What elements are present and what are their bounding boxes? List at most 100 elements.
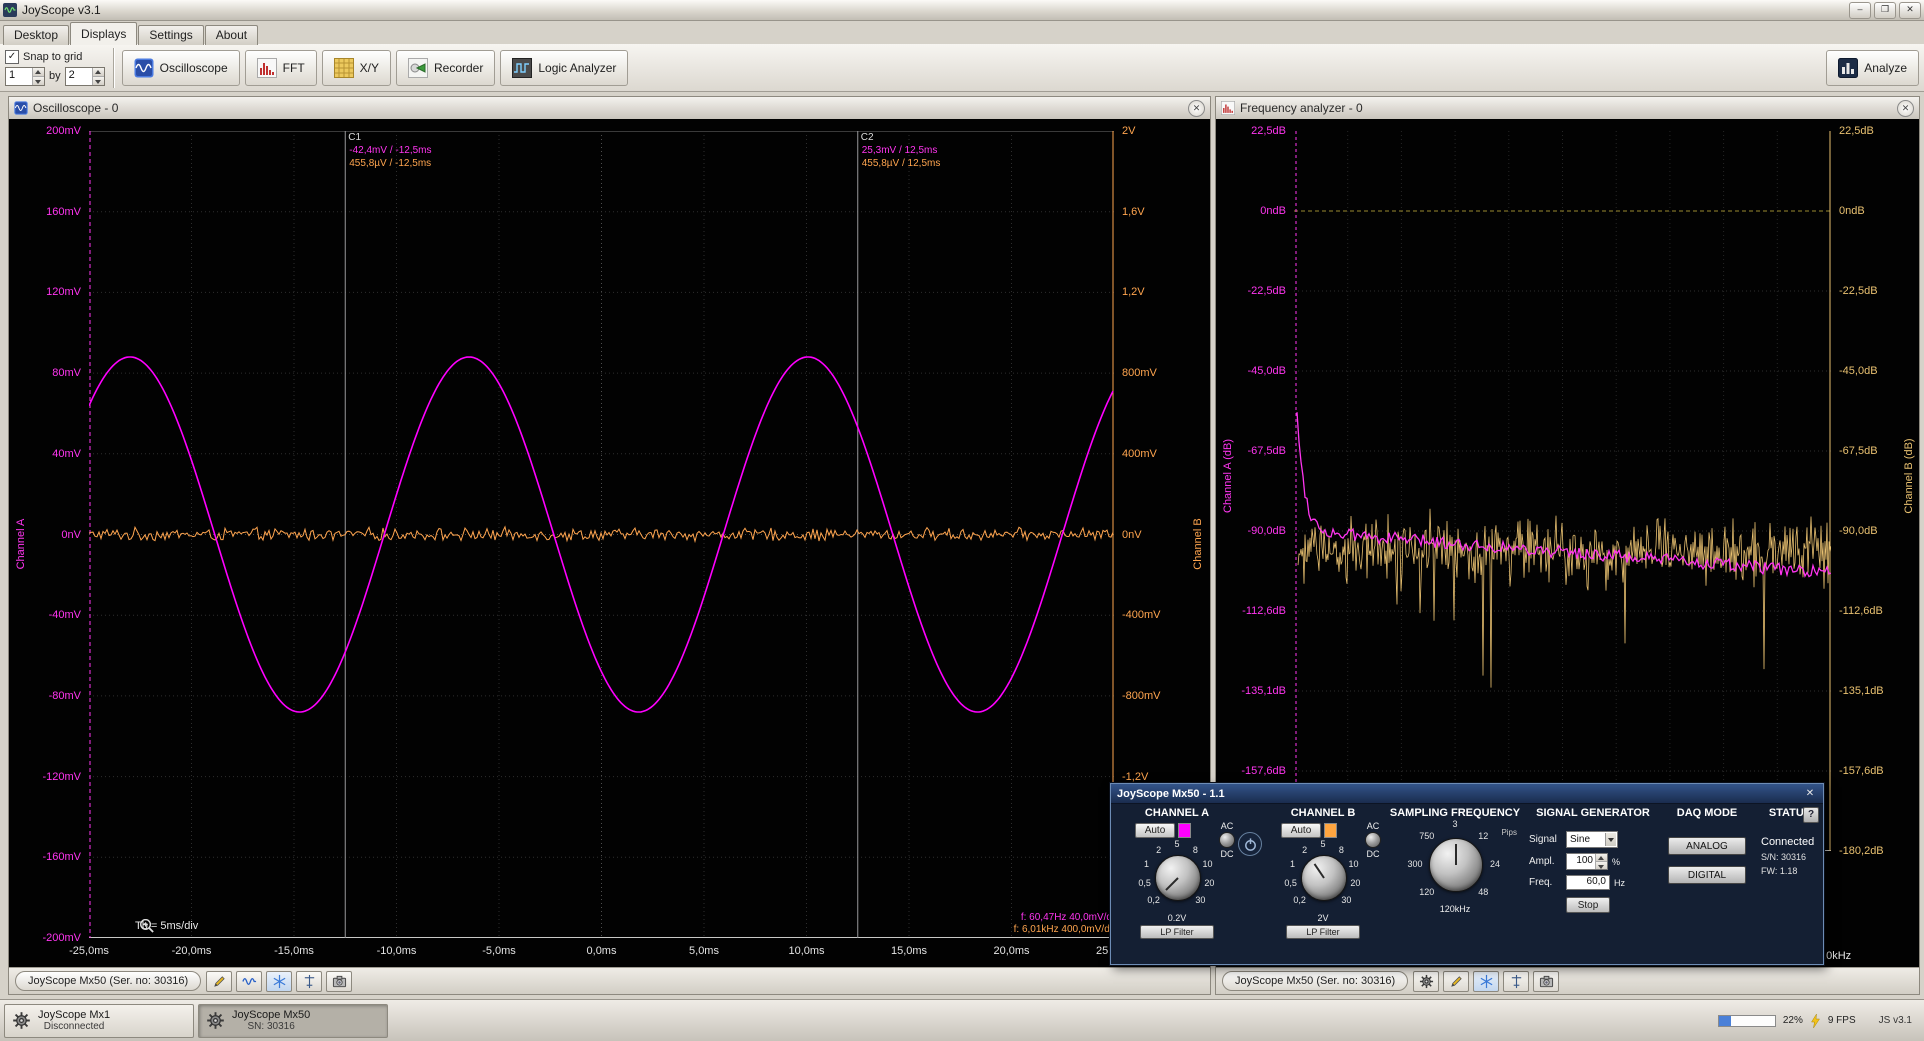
oscilloscope-plot[interactable]: C1-42,4mV / -12,5ms455,8µV / -12,5msC225… <box>89 131 1114 938</box>
channel-b-range-knob[interactable]: 0,20,51258102030 <box>1265 838 1381 912</box>
display-buttons: OscilloscopeFFTX/YRecorderLogic Analyzer <box>122 50 629 86</box>
camera-icon <box>1539 974 1554 989</box>
oscilloscope-device-button[interactable]: JoyScope Mx50 (Ser. no: 30316) <box>15 971 201 991</box>
minimize-button[interactable]: – <box>1849 2 1871 19</box>
device-control-panel[interactable]: JoyScope Mx50 - 1.1 ✕ ? CHANNEL A Auto A… <box>1110 783 1824 965</box>
toolbar-button-logic-analyzer[interactable]: Logic Analyzer <box>500 50 628 86</box>
grid-rows-spinner[interactable]: 1 <box>5 67 45 86</box>
frequency-input[interactable]: 60,0 <box>1566 875 1610 890</box>
db-tick-b: -157,6dB <box>1839 765 1911 777</box>
db-tick-b: -90,0dB <box>1839 525 1911 537</box>
oscilloscope-panel: Oscilloscope - 0 ✕ Channel AChannel B200… <box>8 96 1211 995</box>
channel-a-axis-label: Channel A <box>15 518 27 569</box>
channel-a-section: CHANNEL A Auto AC DC 0,20,51258102030 0.… <box>1119 806 1235 964</box>
digital-mode-button[interactable]: DIGITAL <box>1668 866 1746 884</box>
channel-b-section: CHANNEL B Auto AC DC 0,20,51258102030 2V… <box>1265 806 1381 964</box>
oscilloscope-freeze-button[interactable] <box>266 971 292 992</box>
frequency-analyzer-close-button[interactable]: ✕ <box>1897 100 1914 117</box>
frequency-analyzer-settings-button[interactable] <box>1413 971 1439 992</box>
oscilloscope-header[interactable]: Oscilloscope - 0 ✕ <box>9 97 1210 120</box>
time-tick: 15,0ms <box>891 945 927 957</box>
tab-displays[interactable]: Displays <box>70 22 137 45</box>
gear-icon <box>206 1011 225 1030</box>
channel-a-lp-filter-button[interactable]: LP Filter <box>1140 925 1214 939</box>
oscilloscope-footer: JoyScope Mx50 (Ser. no: 30316) <box>9 967 1210 994</box>
spinner-up-icon[interactable] <box>33 68 44 77</box>
channel-b-color-swatch[interactable] <box>1324 823 1337 838</box>
grid-cols-spinner[interactable]: 2 <box>65 67 105 86</box>
oscilloscope-cursors-button[interactable] <box>296 971 322 992</box>
analyze-button[interactable]: Analyze <box>1826 50 1919 86</box>
frequency-analyzer-freeze-button[interactable] <box>1473 971 1499 992</box>
frequency-analyzer-cursors-button[interactable] <box>1503 971 1529 992</box>
channel-a-color-swatch[interactable] <box>1178 823 1191 838</box>
channel-b-tick: -400mV <box>1122 609 1202 621</box>
toolbar-button-recorder[interactable]: Recorder <box>396 50 495 86</box>
fft-icon <box>1221 101 1235 115</box>
oscilloscope-signal-button[interactable] <box>236 971 262 992</box>
toolbar-button-x-y[interactable]: X/Y <box>322 50 391 86</box>
channel-a-tick: 160mV <box>29 206 81 218</box>
channel-b-range-value: 2V <box>1265 913 1381 923</box>
app-icon <box>3 3 17 17</box>
zoom-out-icon[interactable] <box>115 918 130 933</box>
ac-label: AC <box>1367 821 1380 831</box>
gear-icon <box>12 1011 31 1030</box>
oscilloscope-close-button[interactable]: ✕ <box>1188 100 1205 117</box>
knob-scale-label: 48 <box>1478 887 1488 897</box>
frequency-analyzer-plot[interactable] <box>1294 131 1831 851</box>
channel-a-tick: 200mV <box>29 125 81 137</box>
taskbar-device-joyscope-mx50[interactable]: JoyScope Mx50SN: 30316 <box>198 1004 388 1038</box>
close-button[interactable]: ✕ <box>1899 2 1921 19</box>
stop-button[interactable]: Stop <box>1566 897 1610 913</box>
cursor-label-c2[interactable]: C2 <box>861 132 874 143</box>
knob-scale-label: 5 <box>1320 839 1325 849</box>
frequency-analyzer-header[interactable]: Frequency analyzer - 0 ✕ <box>1216 97 1919 120</box>
channel-a-range-value: 0.2V <box>1119 913 1235 923</box>
spinner-up-icon[interactable] <box>1596 854 1607 862</box>
sampling-frequency-knob[interactable]: 1203007503122448 <box>1385 821 1525 903</box>
signal-type-select[interactable]: Sine <box>1566 831 1618 848</box>
taskbar-device-joyscope-mx1[interactable]: JoyScope Mx1Disconnected <box>4 1004 194 1038</box>
db-tick-a: -45,0dB <box>1230 365 1286 377</box>
analog-mode-button[interactable]: ANALOG <box>1668 837 1746 855</box>
device-panel-titlebar[interactable]: JoyScope Mx50 - 1.1 ✕ <box>1111 784 1823 804</box>
cpu-usage-bar <box>1718 1015 1776 1027</box>
power-button[interactable] <box>1238 832 1262 856</box>
titlebar[interactable]: JoyScope v3.1 – ❐ ✕ <box>0 0 1924 21</box>
channel-b-lp-filter-button[interactable]: LP Filter <box>1286 925 1360 939</box>
knob-scale-label: 1 <box>1144 859 1149 869</box>
help-button[interactable]: ? <box>1803 807 1819 823</box>
status-section: STATUS Connected S/N: 30316 FW: 1.18 <box>1757 806 1819 964</box>
snap-to-grid-checkbox[interactable] <box>5 50 19 64</box>
spinner-down-icon[interactable] <box>93 77 104 85</box>
channel-b-auto-button[interactable]: Auto <box>1281 823 1321 838</box>
device-panel-close-button[interactable]: ✕ <box>1803 788 1817 799</box>
channel-a-tick: -160mV <box>29 851 81 863</box>
amplitude-spinner[interactable]: 100 <box>1566 853 1608 870</box>
spinner-down-icon[interactable] <box>1596 862 1607 869</box>
snap-to-grid-label: Snap to grid <box>23 51 82 63</box>
frequency-analyzer-snapshot-button[interactable] <box>1533 971 1559 992</box>
tab-settings[interactable]: Settings <box>138 25 203 45</box>
frequency-analyzer-edit-button[interactable] <box>1443 971 1469 992</box>
db-tick-b: -180,2dB <box>1839 845 1911 857</box>
oscilloscope-snapshot-button[interactable] <box>326 971 352 992</box>
gear-icon <box>1419 974 1434 989</box>
toolbar-button-fft[interactable]: FFT <box>245 50 317 86</box>
frequency-analyzer-device-button[interactable]: JoyScope Mx50 (Ser. no: 30316) <box>1222 971 1408 991</box>
toolbar-button-oscilloscope[interactable]: Oscilloscope <box>122 50 240 86</box>
oscilloscope-edit-button[interactable] <box>206 971 232 992</box>
oscilloscope-plot-region[interactable]: Channel AChannel B200mV160mV120mV80mV40m… <box>9 119 1210 968</box>
tab-about[interactable]: About <box>205 25 258 45</box>
channel-a-auto-button[interactable]: Auto <box>1135 823 1175 838</box>
db-tick-b: 22,5dB <box>1839 125 1911 137</box>
spinner-down-icon[interactable] <box>33 77 44 85</box>
channel-b-tick: 400mV <box>1122 448 1202 460</box>
tab-desktop[interactable]: Desktop <box>3 25 69 45</box>
spinner-up-icon[interactable] <box>93 68 104 77</box>
maximize-button[interactable]: ❐ <box>1874 2 1896 19</box>
knob-scale-label: 30 <box>1341 895 1351 905</box>
channel-a-range-knob[interactable]: 0,20,51258102030 <box>1119 838 1235 912</box>
cursor-label-c1[interactable]: C1 <box>348 132 361 143</box>
